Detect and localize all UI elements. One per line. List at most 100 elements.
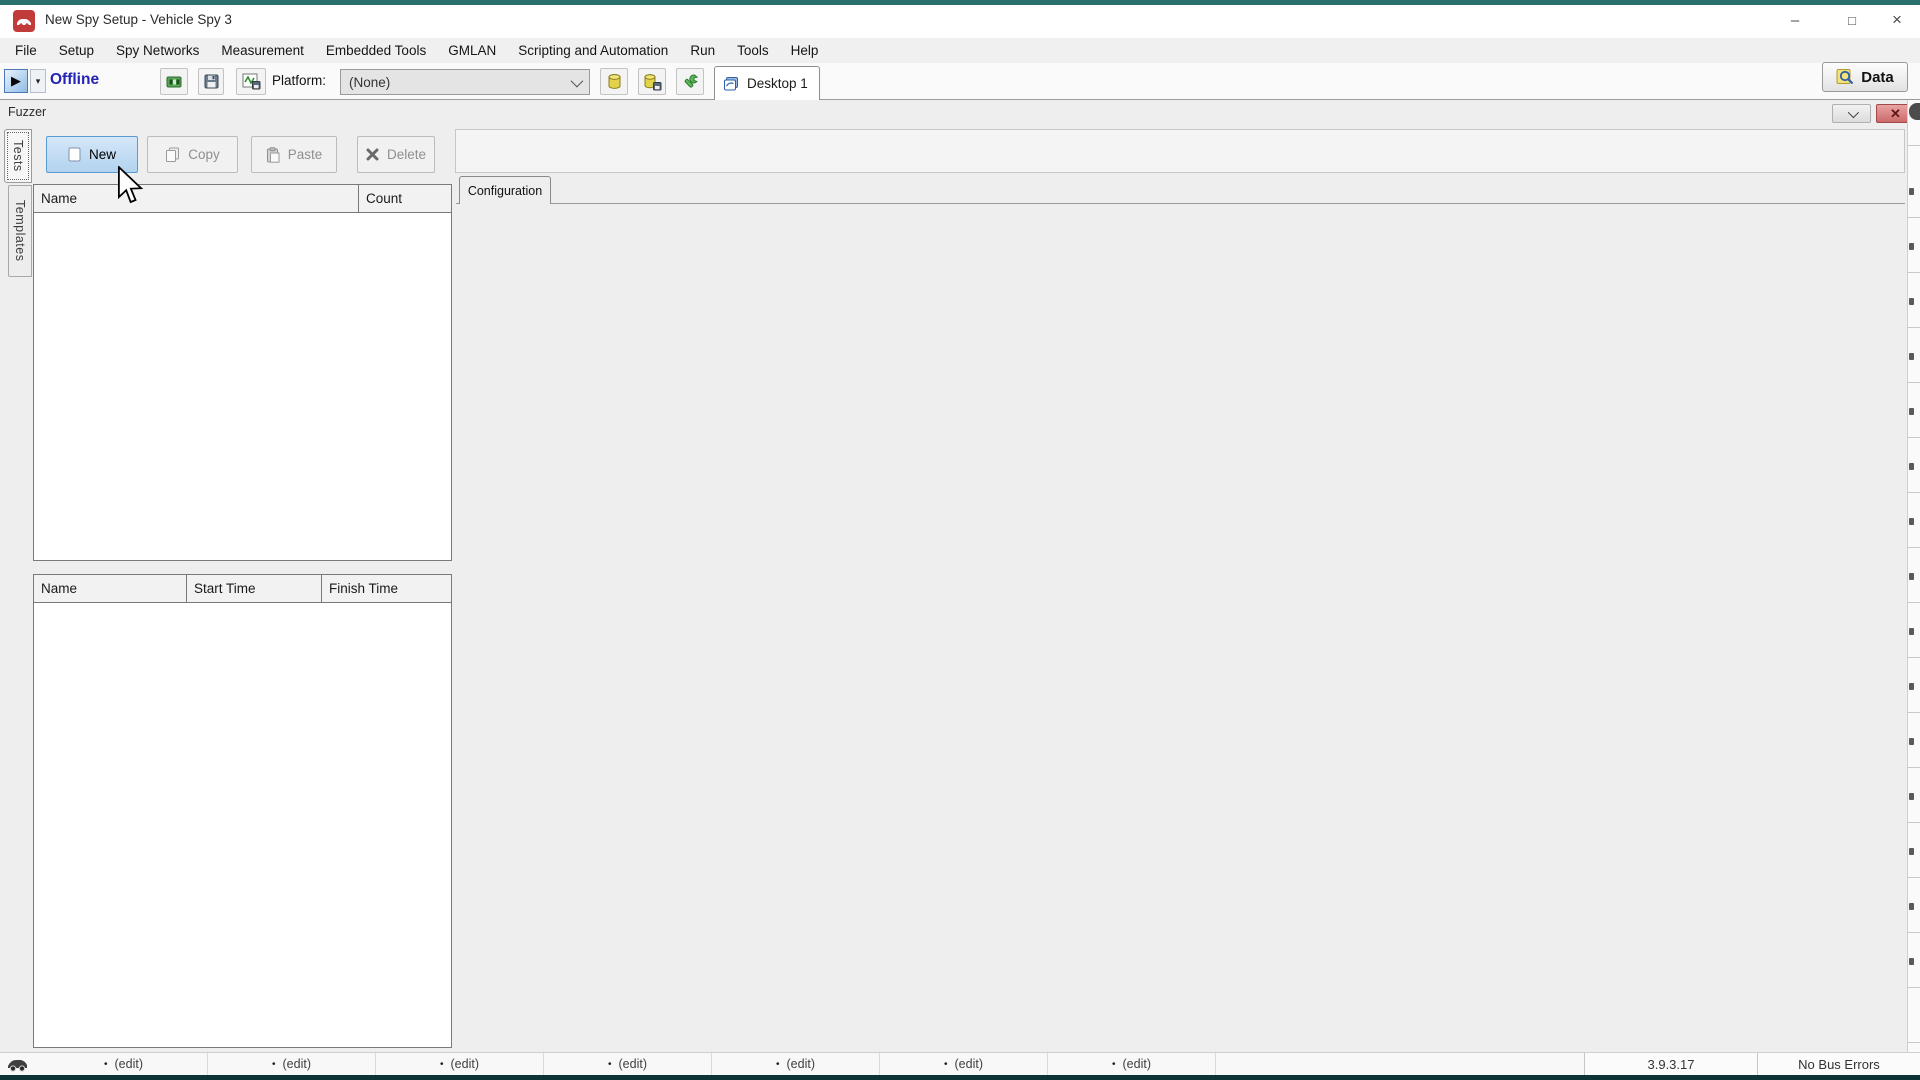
dock-strip-top-icon (1909, 103, 1920, 120)
run-play-button[interactable]: ▶ (4, 69, 28, 93)
menu-file[interactable]: File (4, 43, 48, 58)
tab-configuration[interactable]: Configuration (459, 176, 551, 204)
statusbar: •(edit) •(edit) •(edit) •(edit) •(edit) … (0, 1052, 1920, 1075)
data-button-label: Data (1861, 69, 1894, 86)
maximize-button[interactable]: □ (1829, 5, 1875, 35)
button-row-inset-area (455, 129, 1905, 173)
menu-setup[interactable]: Setup (48, 43, 105, 58)
menubar: File Setup Spy Networks Measurement Embe… (0, 38, 1920, 63)
status-edit-segment[interactable]: • (edit) (208, 1053, 376, 1075)
column-header-start-time[interactable]: Start Time (187, 575, 322, 602)
column-header-name[interactable]: Name (34, 185, 359, 212)
close-button[interactable]: × (1874, 5, 1920, 35)
bullet-icon: • (608, 1059, 612, 1070)
bullet-icon: • (944, 1059, 948, 1070)
status-edit-segment[interactable]: • (edit) (40, 1053, 208, 1075)
platform-value: (None) (349, 75, 390, 90)
edit-label: (edit) (787, 1057, 815, 1071)
delete-button-label: Delete (387, 147, 426, 162)
chevron-down-icon (571, 75, 584, 88)
menu-gmlan[interactable]: GMLAN (437, 43, 507, 58)
menu-measurement[interactable]: Measurement (210, 43, 315, 58)
save-setup-button[interactable] (198, 68, 224, 95)
results-table-header: Name Start Time Finish Time (34, 575, 451, 603)
tools-wrench-button[interactable] (676, 68, 704, 95)
panel-collapse-button[interactable] (1832, 104, 1871, 123)
new-button-label: New (89, 147, 116, 162)
connection-status-label: Offline (50, 71, 99, 89)
vertical-tab-tests[interactable]: Tests (4, 129, 32, 183)
bullet-icon: • (272, 1059, 276, 1070)
minimize-button[interactable]: – (1772, 5, 1818, 35)
status-edit-segment[interactable]: • (edit) (544, 1053, 712, 1075)
log-data-button[interactable] (236, 68, 266, 95)
status-edit-segment[interactable]: • (edit) (880, 1053, 1048, 1075)
vertical-tab-templates[interactable]: Templates (8, 185, 32, 277)
panel-title: Fuzzer (8, 105, 46, 119)
desktop-tab-label: Desktop 1 (747, 76, 808, 91)
vehicle-spy-window: New Spy Setup - Vehicle Spy 3 – □ × File… (0, 0, 1920, 1080)
menu-tools[interactable]: Tools (726, 43, 780, 58)
database-save-icon (643, 73, 662, 91)
edit-label: (edit) (283, 1057, 311, 1071)
menu-run[interactable]: Run (679, 43, 726, 58)
wrench-icon (682, 73, 699, 90)
edit-label: (edit) (1123, 1057, 1151, 1071)
mouse-cursor (116, 166, 144, 211)
delete-button[interactable]: Delete (357, 136, 435, 173)
edit-label: (edit) (619, 1057, 647, 1071)
copy-button[interactable]: Copy (147, 136, 238, 173)
window-title: New Spy Setup - Vehicle Spy 3 (45, 12, 232, 27)
version-label: 3.9.3.17 (1584, 1053, 1757, 1075)
bullet-icon: • (440, 1059, 444, 1070)
database-button[interactable] (600, 68, 628, 95)
column-header-name[interactable]: Name (34, 575, 187, 602)
bus-error-status: No Bus Errors (1757, 1053, 1920, 1075)
hardware-setup-button[interactable] (160, 68, 188, 95)
recording-bottom-strip (0, 1075, 1920, 1080)
edit-label: (edit) (451, 1057, 479, 1071)
database-icon (607, 73, 622, 91)
menu-scripting-automation[interactable]: Scripting and Automation (507, 43, 679, 58)
database-save-button[interactable] (638, 68, 666, 95)
desktop-icon (723, 76, 740, 92)
chevron-down-icon (1847, 106, 1858, 117)
ecu-module-icon (165, 74, 183, 90)
bullet-icon: • (776, 1059, 780, 1070)
menu-embedded-tools[interactable]: Embedded Tools (315, 43, 437, 58)
floppy-disk-icon (204, 74, 219, 89)
close-x-icon: ✕ (1890, 106, 1901, 122)
copy-icon (165, 147, 180, 162)
main-toolbar: ▶ ▾ Offline Platform: (0, 63, 1920, 100)
delete-x-icon (366, 148, 379, 161)
menu-help[interactable]: Help (780, 43, 830, 58)
status-edit-segment[interactable]: • (edit) (712, 1053, 880, 1075)
edit-label: (edit) (115, 1057, 143, 1071)
tests-table[interactable]: Name Count (33, 184, 452, 561)
tab-desktop-1[interactable]: Desktop 1 (714, 66, 820, 100)
status-edit-segment[interactable]: • (edit) (376, 1053, 544, 1075)
config-pane-divider (456, 203, 1905, 204)
titlebar: New Spy Setup - Vehicle Spy 3 – □ × (0, 5, 1920, 38)
edit-label: (edit) (955, 1057, 983, 1071)
data-button[interactable]: Data (1822, 62, 1908, 92)
app-icon (13, 10, 35, 32)
platform-label: Platform: (272, 73, 326, 88)
platform-dropdown[interactable]: (None) (340, 69, 590, 95)
run-mode-caret[interactable]: ▾ (30, 69, 46, 93)
bullet-icon: • (104, 1059, 108, 1070)
column-header-finish-time[interactable]: Finish Time (322, 575, 451, 602)
dock-strip-markers (1909, 188, 1914, 195)
fuzzer-panel: Fuzzer ✕ Tests Templates New Copy (0, 100, 1920, 1052)
copy-button-label: Copy (188, 147, 220, 162)
results-table[interactable]: Name Start Time Finish Time (33, 574, 452, 1048)
paste-button[interactable]: Paste (251, 136, 337, 173)
right-dock-strip (1907, 100, 1920, 1052)
paste-clipboard-icon (266, 147, 280, 163)
menu-spy-networks[interactable]: Spy Networks (105, 43, 210, 58)
tests-table-header: Name Count (34, 185, 451, 213)
data-search-icon (1836, 68, 1855, 86)
paste-button-label: Paste (288, 147, 323, 162)
column-header-count[interactable]: Count (359, 185, 451, 212)
status-edit-segment[interactable]: •(edit) (1048, 1053, 1216, 1075)
